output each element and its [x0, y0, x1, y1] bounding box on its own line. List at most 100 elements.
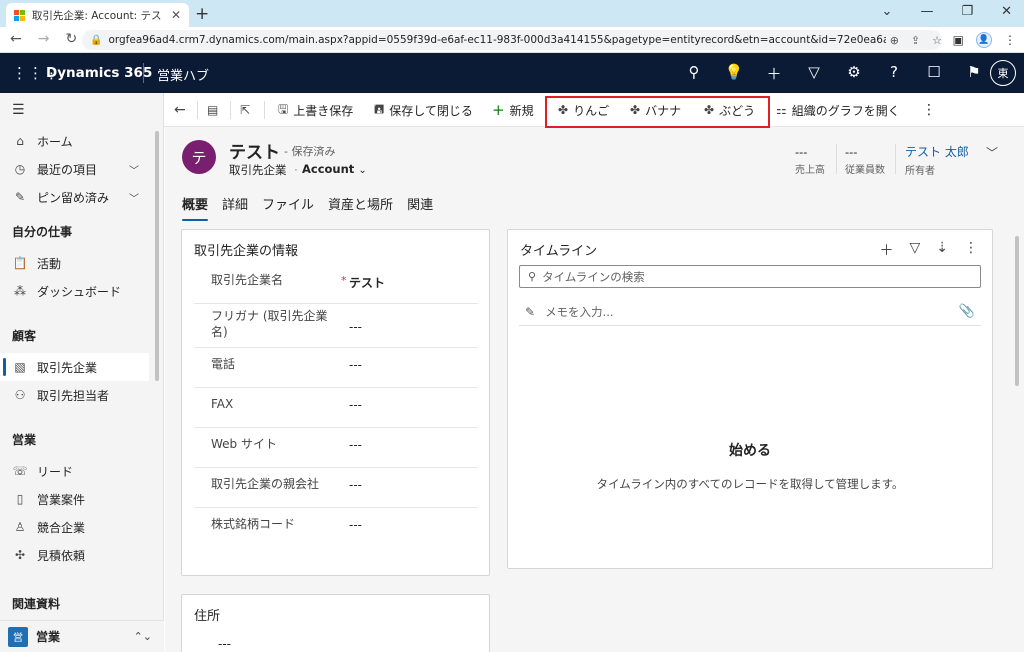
document-icon: ▤	[207, 103, 219, 117]
sidebar-item-opportunities[interactable]: ▯ 営業案件	[0, 485, 149, 513]
tab-files[interactable]: ファイル	[262, 194, 314, 219]
browser-tab[interactable]: 取引先企業: Account: テスト - Dynamics 365 ✕	[6, 3, 189, 27]
lightbulb-icon[interactable]: 💡	[714, 63, 754, 84]
account-icon: ▧	[14, 360, 26, 374]
form-tabs: 概要 詳細 ファイル 資産と場所 関連	[182, 194, 447, 221]
form-selector[interactable]: Account ⌄	[302, 162, 367, 176]
banana-button[interactable]: ✤ バナナ	[630, 93, 681, 127]
sort-icon[interactable]: ⇣	[936, 240, 948, 260]
browser-tabstrip: 取引先企業: Account: テスト - Dynamics 365 ✕ + ⌄…	[0, 0, 1024, 27]
sidebar-item-recent[interactable]: ◷ 最近の項目 ﹀	[0, 155, 149, 183]
app-name[interactable]: 営業ハブ	[157, 65, 209, 84]
owner-link[interactable]: テスト 太郎	[905, 143, 969, 160]
bookmark-star-icon[interactable]: ☆	[932, 34, 942, 47]
field-fax[interactable]: FAX ---	[194, 396, 478, 428]
header-owner[interactable]: テスト 太郎 所有者	[905, 143, 969, 177]
sidebar-item-leads[interactable]: ☏ リード	[0, 457, 149, 485]
assistant-icon[interactable]: ⚑	[954, 63, 994, 84]
reload-icon[interactable]: ↻	[65, 31, 77, 47]
forward-icon[interactable]: →	[38, 31, 50, 47]
pin-icon: ✎	[14, 190, 26, 204]
gear-icon[interactable]: ⚙	[834, 63, 874, 84]
tab-summary[interactable]: 概要	[182, 194, 209, 221]
zoom-icon[interactable]: ⊕	[890, 34, 899, 47]
tab-related[interactable]: 関連	[407, 194, 433, 219]
plus-icon[interactable]: ＋	[754, 63, 794, 84]
tab-close-icon[interactable]: ✕	[171, 8, 181, 22]
share-icon[interactable]: ⇪	[911, 34, 920, 47]
phone-person-icon: ☏	[12, 464, 28, 478]
more-commands-button[interactable]: ⋮	[922, 93, 936, 127]
filter-icon[interactable]: ▽	[909, 240, 920, 260]
search-icon[interactable]: ⚲	[674, 63, 714, 84]
user-avatar[interactable]: 東	[990, 60, 1016, 86]
back-button[interactable]: ←	[174, 93, 191, 127]
profile-avatar[interactable]: 👤	[976, 32, 992, 48]
back-arrow-icon: ←	[174, 102, 186, 118]
sidebar-item-quotes[interactable]: ✣ 見積依頼	[0, 541, 149, 569]
sidebar-item-dashboards[interactable]: ⁂ ダッシュボード	[0, 277, 149, 305]
attachment-icon[interactable]: 📎	[959, 304, 975, 319]
sidebar-item-accounts[interactable]: ▧ 取引先企業	[0, 353, 149, 381]
brand-title[interactable]: Dynamics 365	[46, 65, 152, 81]
field-furigana[interactable]: フリガナ (取引先企業名) ---	[194, 308, 478, 348]
timeline-card: タイムライン ＋ ▽ ⇣ ⋮ ⚲ タイムラインの検索 ✎ メモを入力... 📎 …	[507, 229, 993, 569]
main-scrollbar[interactable]	[1015, 236, 1019, 386]
sidebar-panel-icon[interactable]: ▣	[953, 33, 964, 47]
browser-toolbar: ← → ↻ 🔒 orgfea96ad4.crm7.dynamics.com/ma…	[0, 27, 1024, 53]
popout-icon: ⇱	[240, 103, 251, 117]
hamburger-icon[interactable]: ☰	[12, 102, 25, 118]
tab-details[interactable]: 詳細	[222, 194, 248, 219]
area-switcher[interactable]: 営 営業 ⌃⌄	[0, 620, 164, 652]
person-icon: ⚇	[14, 388, 26, 402]
field-phone[interactable]: 電話 ---	[194, 356, 478, 388]
sidebar-item-activities[interactable]: 📋 活動	[0, 249, 149, 277]
grape-button[interactable]: ✤ ぶどう	[704, 93, 755, 127]
sidebar-section-sales: 営業	[12, 433, 37, 447]
clipboard-icon: 📋	[12, 256, 28, 270]
timeline-search-input[interactable]: ⚲ タイムラインの検索	[519, 265, 981, 288]
apple-button[interactable]: ✤ りんご	[558, 93, 609, 127]
card-title: 住所	[194, 609, 221, 624]
close-window-icon[interactable]: ✕	[1001, 4, 1012, 19]
new-button[interactable]: + 新規	[492, 93, 534, 127]
field-parent-account[interactable]: 取引先企業の親会社 ---	[194, 476, 478, 508]
chat-icon[interactable]: ☐	[914, 63, 954, 84]
open-new-window-button[interactable]: ⇱	[240, 93, 255, 127]
sidebar-item-competitors[interactable]: ♙ 競合企業	[0, 513, 149, 541]
restore-icon[interactable]: ❐	[961, 4, 973, 19]
back-icon[interactable]: ←	[10, 31, 22, 47]
more-icon[interactable]: ⋮	[964, 240, 978, 260]
chevron-down-icon[interactable]: ﹀	[129, 162, 139, 177]
field-ticker[interactable]: 株式銘柄コード ---	[194, 516, 478, 548]
chevron-down-icon[interactable]: ﹀	[129, 190, 139, 205]
address-bar[interactable]: 🔒 orgfea96ad4.crm7.dynamics.com/main.asp…	[82, 30, 942, 50]
chevron-down-icon[interactable]: ﹀	[986, 144, 998, 161]
clock-icon: ◷	[14, 162, 26, 176]
minimize-icon[interactable]: —	[920, 4, 933, 19]
new-tab-button[interactable]: +	[195, 4, 209, 24]
sidebar-item-contacts[interactable]: ⚇ 取引先担当者	[0, 381, 149, 409]
record-avatar: テ	[182, 140, 216, 174]
browser-menu-icon[interactable]: ⋮	[1004, 33, 1016, 47]
sidebar-item-pinned[interactable]: ✎ ピン留め済み ﹀	[0, 183, 149, 211]
chevron-down-icon: ⌄	[358, 165, 367, 176]
add-icon[interactable]: ＋	[879, 240, 893, 260]
save-button[interactable]: 🖫 上書き保存	[278, 93, 353, 127]
sidebar-item-home[interactable]: ⌂ ホーム	[0, 127, 149, 155]
app-header: ⋮⋮⋮ Dynamics 365 営業ハブ ⚲ 💡 ＋ ▽ ⚙ ? ☐ ⚑ 東	[0, 53, 1024, 93]
memo-input[interactable]: ✎ メモを入力... 📎	[519, 298, 981, 326]
lock-icon: 🔒	[90, 34, 103, 46]
sidebar-scrollbar[interactable]	[155, 131, 159, 381]
field-account-name[interactable]: 取引先企業名 * テスト	[194, 272, 478, 304]
help-icon[interactable]: ?	[874, 63, 914, 84]
tab-assets[interactable]: 資産と場所	[328, 194, 393, 219]
header-divider	[143, 63, 144, 83]
filter-icon[interactable]: ▽	[794, 63, 834, 84]
org-chart-button[interactable]: ⚏ 組織のグラフを開く	[776, 93, 900, 127]
chevron-down-icon[interactable]: ⌄	[882, 4, 893, 19]
form-view-button[interactable]: ▤	[207, 93, 223, 127]
save-close-button[interactable]: 🖪 保存して閉じる	[374, 93, 473, 127]
field-website[interactable]: Web サイト ---	[194, 436, 478, 468]
timeline-empty-title: 始める	[729, 443, 771, 459]
